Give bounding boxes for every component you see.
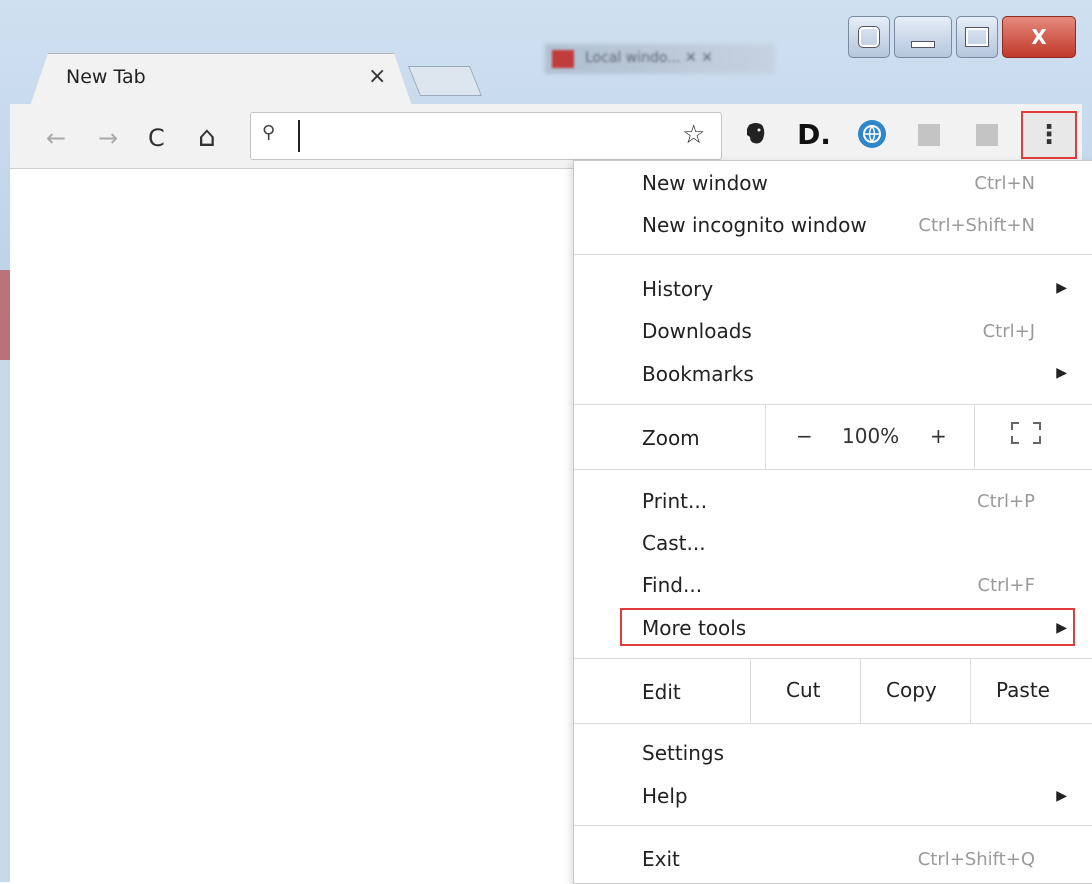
zoom-level: 100% <box>842 424 900 448</box>
menu-item-find[interactable]: Find... <box>642 573 702 597</box>
bookmark-star-icon[interactable]: ☆ <box>682 120 705 150</box>
profile-button[interactable] <box>848 16 890 58</box>
desktop-background-lower <box>0 360 10 880</box>
shortcut-new-incognito: Ctrl+Shift+N <box>918 215 1035 236</box>
close-window-button[interactable]: X <box>1002 16 1076 58</box>
menu-item-print[interactable]: Print... <box>642 489 707 513</box>
menu-item-new-window[interactable]: New window <box>642 171 768 195</box>
menu-item-exit[interactable]: Exit <box>642 847 680 871</box>
menu-item-downloads[interactable]: Downloads <box>642 319 752 343</box>
shortcut-find: Ctrl+F <box>977 575 1035 596</box>
shortcut-exit: Ctrl+Shift+Q <box>917 849 1035 870</box>
cut-button[interactable]: Cut <box>786 678 820 702</box>
menu-item-bookmarks[interactable]: Bookmarks <box>642 362 754 386</box>
desktop-background <box>0 270 10 360</box>
tab-close-icon[interactable]: × <box>368 64 386 89</box>
reload-icon[interactable]: C <box>148 124 165 152</box>
submenu-arrow-icon: ▶ <box>1056 280 1067 296</box>
new-tab-button[interactable] <box>407 66 483 96</box>
menu-item-cast[interactable]: Cast... <box>642 531 706 555</box>
forward-icon[interactable]: → <box>98 124 118 152</box>
minimize-button[interactable] <box>894 16 952 58</box>
menu-separator <box>574 404 1092 405</box>
minimize-icon <box>911 40 935 48</box>
shortcut-new-window: Ctrl+N <box>974 173 1035 194</box>
menu-separator <box>574 469 1092 470</box>
zoom-in-button[interactable]: + <box>930 424 947 448</box>
disabled-extension-icon[interactable] <box>918 124 940 146</box>
maximize-icon <box>965 27 989 47</box>
background-window-label: Local windo... ✕ ✕ <box>585 50 713 66</box>
d-extension-icon[interactable]: D. <box>797 118 831 151</box>
chrome-menu: New window Ctrl+N New incognito window C… <box>573 160 1092 884</box>
pdf-extension-icon[interactable] <box>976 124 998 146</box>
zoom-divider <box>765 405 766 469</box>
paste-button[interactable]: Paste <box>996 678 1050 702</box>
globe-icon <box>863 125 881 143</box>
zoom-out-button[interactable]: − <box>796 424 813 448</box>
globe-extension-icon[interactable] <box>858 120 886 148</box>
menu-button[interactable]: ⋮ <box>1021 111 1077 159</box>
text-cursor <box>298 120 300 152</box>
window-controls: X <box>848 16 1076 58</box>
menu-separator <box>574 825 1092 826</box>
menu-item-zoom: Zoom <box>642 426 700 450</box>
menu-item-history[interactable]: History <box>642 277 713 301</box>
background-window-icon <box>552 50 574 68</box>
edit-divider <box>750 659 751 723</box>
menu-item-help[interactable]: Help <box>642 784 688 808</box>
edit-divider <box>860 659 861 723</box>
menu-separator <box>574 254 1092 255</box>
evernote-extension-icon[interactable] <box>742 120 770 148</box>
search-icon: ⚲ <box>262 122 276 143</box>
menu-separator <box>574 658 1092 659</box>
home-icon[interactable]: ⌂ <box>198 120 216 153</box>
submenu-arrow-icon: ▶ <box>1056 620 1067 636</box>
address-bar[interactable] <box>250 112 722 160</box>
maximize-button[interactable] <box>956 16 998 58</box>
user-icon <box>858 26 880 48</box>
back-icon[interactable]: ← <box>46 124 66 152</box>
copy-button[interactable]: Copy <box>886 678 937 702</box>
menu-item-settings[interactable]: Settings <box>642 741 724 765</box>
shortcut-print: Ctrl+P <box>977 491 1035 512</box>
menu-item-new-incognito[interactable]: New incognito window <box>642 213 867 237</box>
menu-item-edit: Edit <box>642 680 681 704</box>
submenu-arrow-icon: ▶ <box>1056 788 1067 804</box>
close-icon: X <box>1031 25 1047 49</box>
elephant-icon <box>747 123 765 144</box>
shortcut-downloads: Ctrl+J <box>982 321 1035 342</box>
edit-divider <box>970 659 971 723</box>
fullscreen-icon[interactable] <box>1011 422 1041 444</box>
tab-title: New Tab <box>66 66 146 88</box>
zoom-divider <box>974 405 975 469</box>
menu-item-more-tools[interactable]: More tools <box>642 616 746 640</box>
menu-separator <box>574 723 1092 724</box>
submenu-arrow-icon: ▶ <box>1056 365 1067 381</box>
